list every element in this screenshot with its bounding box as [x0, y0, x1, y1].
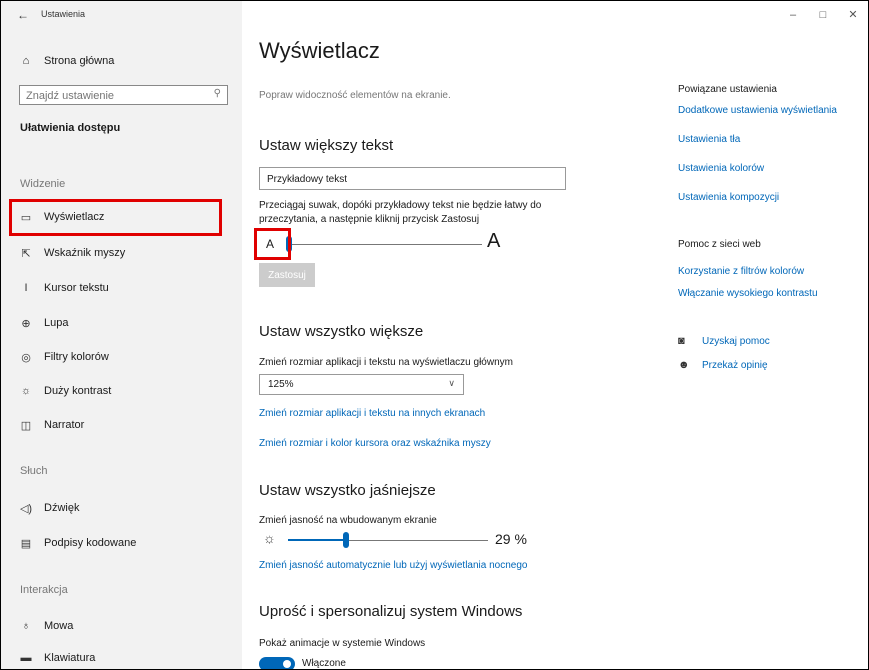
chat-help-icon: ◙ — [678, 335, 685, 347]
sidebar-item-narrator[interactable]: ◫ Narrator — [1, 410, 242, 440]
sidebar-item-label: Narrator — [44, 419, 85, 431]
mouse-pointer-icon: ⇱ — [21, 247, 31, 260]
sidebar-item-label: Filtry kolorów — [44, 351, 109, 363]
search-box[interactable]: ⚲ — [19, 85, 228, 105]
main-content: – □ ✕ Wyświetlacz Popraw widoczność elem… — [242, 1, 868, 669]
link-theme-settings[interactable]: Ustawienia kompozycji — [678, 192, 779, 203]
text-size-slider-track[interactable] — [290, 244, 482, 245]
feedback-row[interactable]: ☻ Przekaż opinię — [678, 359, 768, 371]
section-label-vision: Widzenie — [20, 178, 66, 190]
text-cursor-icon: I — [24, 282, 28, 294]
sidebar-item-high-contrast[interactable]: ☼ Duży kontrast — [1, 376, 242, 406]
page-title: Wyświetlacz — [259, 38, 380, 63]
highlight-annotation — [254, 228, 291, 260]
scale-label: Zmień rozmiar aplikacji i tekstu na wyśw… — [259, 357, 513, 368]
section-label-interaction: Interakcja — [20, 584, 68, 596]
link-color-settings[interactable]: Ustawienia kolorów — [678, 163, 764, 174]
sidebar-item-speech[interactable]: ♁ Mowa — [1, 611, 242, 641]
sidebar-item-audio[interactable]: ◁) Dźwięk — [1, 493, 242, 523]
apply-button[interactable]: Zastosuj — [259, 263, 315, 287]
link-high-contrast-help[interactable]: Włączanie wysokiego kontrastu — [678, 288, 818, 299]
brightness-icon: ☼ — [263, 530, 276, 546]
section-label-hearing: Słuch — [20, 465, 48, 477]
scale-dropdown-value: 125% — [268, 379, 294, 390]
sidebar-item-label: Kursor tekstu — [44, 282, 109, 294]
link-cursor-size[interactable]: Zmień rozmiar i kolor kursora oraz wskaź… — [259, 438, 491, 449]
sidebar-item-captions[interactable]: ▤ Podpisy kodowane — [1, 528, 242, 558]
high-contrast-icon: ☼ — [20, 385, 32, 397]
magnifier-icon: ⊕ — [21, 317, 31, 330]
search-icon[interactable]: ⚲ — [214, 88, 221, 99]
animations-label: Pokaż animacje w systemie Windows — [259, 638, 426, 649]
sidebar-item-label: Podpisy kodowane — [44, 537, 137, 549]
brightness-value: 29 % — [495, 531, 527, 547]
sidebar-item-magnifier[interactable]: ⊕ Lupa — [1, 308, 242, 338]
link-background-settings[interactable]: Ustawienia tła — [678, 134, 740, 145]
slider-instruction: Przeciągaj suwak, dopóki przykładowy tek… — [259, 200, 542, 225]
sidebar-item-home[interactable]: ⌂ Strona główna — [1, 48, 242, 74]
section-heading-scale: Ustaw wszystko większe — [259, 323, 424, 340]
get-help-link[interactable]: Uzyskaj pomoc — [702, 336, 770, 347]
sidebar-item-mouse-pointer[interactable]: ⇱ Wskaźnik myszy — [1, 238, 242, 268]
captions-icon: ▤ — [20, 537, 32, 550]
sidebar-item-label: Wskaźnik myszy — [44, 247, 126, 259]
minimize-icon[interactable]: – — [778, 1, 808, 29]
category-title: Ułatwienia dostępu — [20, 122, 121, 134]
link-advanced-display[interactable]: Dodatkowe ustawienia wyświetlania — [678, 105, 837, 116]
home-icon: ⌂ — [22, 55, 30, 67]
back-arrow-icon[interactable]: ← — [17, 8, 29, 22]
sample-text-box: Przykładowy tekst — [259, 167, 566, 190]
section-heading-brightness: Ustaw wszystko jaśniejsze — [259, 482, 436, 499]
keyboard-icon: ▬ — [20, 652, 32, 664]
sidebar-item-color-filters[interactable]: ◎ Filtry kolorów — [1, 342, 242, 372]
microphone-icon: ♁ — [21, 620, 31, 632]
sidebar-item-text-cursor[interactable]: I Kursor tekstu — [1, 273, 242, 303]
window-title: Ustawienia — [41, 9, 86, 19]
sidebar-item-label: Mowa — [44, 620, 74, 632]
sidebar-item-keyboard[interactable]: ▬ Klawiatura — [1, 643, 242, 669]
brightness-label: Zmień jasność na wbudowanym ekranie — [259, 515, 437, 526]
page-subtitle: Popraw widoczność elementów na ekranie. — [259, 90, 451, 101]
section-heading-personalize: Uprość i spersonalizuj system Windows — [259, 603, 523, 620]
window-controls: – □ ✕ — [778, 1, 868, 29]
toggle-knob — [283, 660, 291, 668]
sidebar-item-label: Strona główna — [44, 55, 115, 67]
link-night-light[interactable]: Zmień jasność automatycznie lub użyj wyś… — [259, 560, 527, 571]
feedback-icon: ☻ — [678, 359, 690, 371]
toggle-state-label: Włączone — [302, 658, 346, 669]
slider-max-label: A — [487, 230, 501, 252]
settings-window: ← Ustawienia ⌂ Strona główna ⚲ Ułatwieni… — [0, 0, 869, 670]
related-settings-title: Powiązane ustawienia — [678, 84, 777, 95]
close-icon[interactable]: ✕ — [838, 1, 868, 29]
sidebar: ← Ustawienia ⌂ Strona główna ⚲ Ułatwieni… — [1, 1, 242, 669]
sidebar-item-label: Klawiatura — [44, 652, 96, 664]
link-color-filters-help[interactable]: Korzystanie z filtrów kolorów — [678, 266, 804, 277]
color-filter-icon: ◎ — [21, 351, 31, 364]
get-help-row[interactable]: ◙ Uzyskaj pomoc — [678, 335, 770, 347]
sidebar-item-label: Lupa — [44, 317, 69, 329]
sidebar-item-label: Duży kontrast — [44, 385, 112, 397]
link-scale-other-displays[interactable]: Zmień rozmiar aplikacji i tekstu na inny… — [259, 408, 485, 419]
brightness-slider-fill — [288, 539, 346, 541]
search-input[interactable] — [20, 87, 206, 105]
sidebar-item-label: Dźwięk — [44, 502, 80, 514]
feedback-link[interactable]: Przekaż opinię — [702, 360, 768, 371]
chevron-down-icon: ∨ — [448, 378, 455, 388]
animations-toggle[interactable] — [259, 657, 295, 669]
web-help-title: Pomoc z sieci web — [678, 239, 761, 250]
speaker-icon: ◁) — [19, 502, 33, 515]
maximize-icon[interactable]: □ — [808, 1, 838, 29]
highlight-annotation — [9, 199, 222, 236]
scale-dropdown[interactable]: 125% ∨ — [259, 374, 464, 395]
narrator-icon: ◫ — [20, 419, 32, 432]
brightness-slider-thumb[interactable] — [343, 532, 349, 548]
section-heading-text-size: Ustaw większy tekst — [259, 137, 394, 154]
